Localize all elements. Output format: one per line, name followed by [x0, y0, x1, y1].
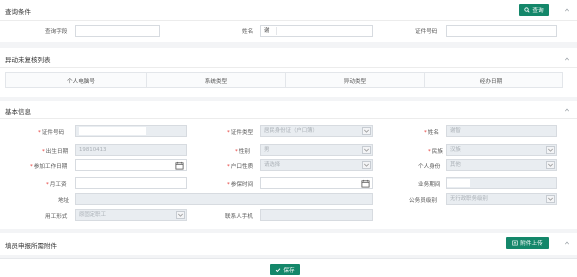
- chevron-down-icon: [362, 127, 371, 135]
- business-period-input[interactable]: [446, 177, 557, 189]
- basic-info-title: 基本信息: [5, 108, 31, 116]
- chevron-down-icon: [546, 195, 555, 203]
- check-icon: [276, 267, 281, 272]
- query-id-label: 证件号码: [415, 29, 438, 35]
- employment-form-select[interactable]: 原固定职工: [75, 209, 187, 221]
- column-header: 异动类型: [343, 79, 367, 85]
- query-panel-title: 查询条件: [5, 8, 31, 16]
- chevron-down-icon: [362, 146, 371, 154]
- footer-bar: 保存: [0, 258, 577, 277]
- attachment-panel-title: 填员申报所需附件: [5, 242, 57, 250]
- basic-info-panel: 基本信息 *证件号码 *证件类型 居民身份证（户口簿） *姓名 谢智 *出生日期…: [0, 101, 577, 229]
- collapse-review-icon[interactable]: [564, 56, 570, 62]
- hukou-select[interactable]: 请选择: [260, 159, 373, 171]
- collapse-query-icon[interactable]: [564, 7, 570, 13]
- column-header: 系统类型: [204, 79, 228, 85]
- query-panel: 查询条件 查询 查询字段 姓名 谢 证件号码: [0, 0, 577, 42]
- work-start-date-input[interactable]: [75, 159, 187, 171]
- column-header: 个人电脑号: [67, 79, 95, 85]
- civil-servant-level-select[interactable]: 无行政职务级别: [446, 193, 557, 205]
- query-field-input[interactable]: [75, 25, 160, 37]
- calendar-icon[interactable]: [361, 179, 370, 188]
- monthly-salary-label: *月工资: [46, 182, 67, 188]
- monthly-salary-input[interactable]: [75, 177, 187, 189]
- civil-servant-level-label: 公务员级别: [409, 198, 437, 204]
- save-button[interactable]: 保存: [270, 264, 300, 275]
- id-type-select[interactable]: 居民身份证（户口簿）: [260, 125, 373, 137]
- name-label: *姓名: [424, 130, 439, 136]
- name-input[interactable]: 谢智: [446, 125, 557, 137]
- query-id-input[interactable]: [446, 25, 557, 37]
- attachment-panel: 填员申报所需附件 附件上传: [0, 233, 577, 255]
- chevron-down-icon: [362, 161, 371, 169]
- id-no-label: *证件号码: [38, 130, 65, 136]
- address-input[interactable]: [75, 193, 373, 205]
- business-period-label: 业务期间: [418, 182, 441, 188]
- save-button-label: 保存: [283, 267, 295, 274]
- contact-phone-label: 联系人手机: [225, 214, 253, 220]
- insured-time-label: *参保时间: [227, 182, 254, 188]
- calendar-icon[interactable]: [175, 161, 184, 170]
- query-field-label: 查询字段: [45, 29, 68, 35]
- search-button[interactable]: 查询: [519, 4, 549, 16]
- ethnicity-select[interactable]: 汉族: [446, 144, 557, 156]
- search-button-label: 查询: [532, 8, 544, 14]
- chevron-down-icon: [546, 161, 555, 169]
- insured-time-input[interactable]: [260, 177, 373, 189]
- column-header: 经办日期: [479, 79, 503, 85]
- ethnicity-label: *民族: [428, 149, 443, 155]
- employment-form-label: 用工形式: [45, 214, 68, 220]
- search-icon: [524, 7, 530, 13]
- collapse-attachment-icon[interactable]: [564, 240, 570, 246]
- review-table-header: 个人电脑号 系统类型 异动类型 经办日期: [5, 72, 563, 88]
- upload-icon: [512, 240, 518, 246]
- address-label: 地址: [58, 198, 70, 204]
- review-panel: 异动未复核列表 个人电脑号 系统类型 异动类型 经办日期: [0, 48, 577, 97]
- contact-phone-input[interactable]: [260, 209, 373, 221]
- chevron-down-icon: [176, 211, 185, 219]
- personal-status-select[interactable]: 其他: [446, 159, 557, 171]
- upload-button-label: 附件上传: [520, 241, 543, 247]
- gender-label: *性别: [235, 149, 250, 155]
- gender-select[interactable]: 男: [260, 144, 373, 156]
- birth-date-input[interactable]: 19810413: [75, 144, 187, 156]
- birth-date-label: *出生日期: [42, 149, 69, 155]
- query-name-label: 姓名: [242, 29, 254, 35]
- id-no-input[interactable]: [75, 125, 187, 137]
- work-start-label: *参加工作日期: [30, 164, 68, 170]
- query-name-input[interactable]: 谢: [260, 25, 373, 37]
- review-panel-title: 异动未复核列表: [5, 56, 51, 64]
- collapse-basic-icon[interactable]: [564, 107, 570, 113]
- personal-status-label: 个人身份: [418, 164, 441, 170]
- chevron-down-icon: [546, 146, 555, 154]
- hukou-label: *户口性质: [227, 164, 254, 170]
- id-type-label: *证件类型: [227, 130, 254, 136]
- upload-attachment-button[interactable]: 附件上传: [506, 237, 549, 249]
